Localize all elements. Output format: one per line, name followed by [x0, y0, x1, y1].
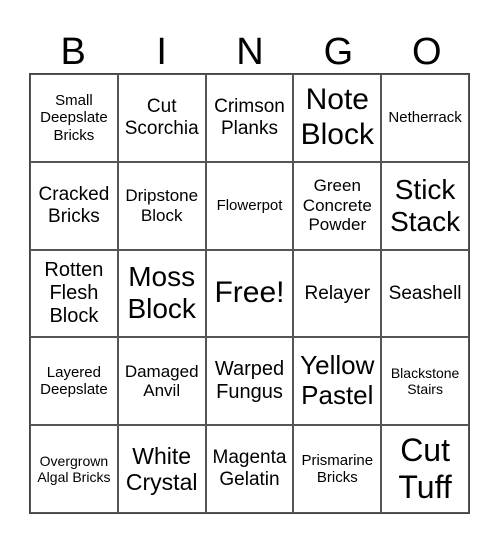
bingo-cell[interactable]: Stick Stack — [381, 161, 469, 250]
header-letter-o: O — [412, 31, 442, 73]
bingo-cell[interactable]: Cracked Bricks — [30, 161, 118, 250]
bingo-cell[interactable]: Cut Scorchia — [117, 74, 206, 162]
header-letter-g: G — [323, 31, 354, 73]
bingo-cell[interactable]: Prismarine Bricks — [293, 425, 382, 513]
header-letter-n: N — [236, 31, 264, 73]
bingo-cell[interactable]: Green Concrete Powder — [293, 161, 382, 250]
bingo-cell[interactable]: Magenta Gelatin — [205, 425, 294, 513]
bingo-cell[interactable]: Small Deepslate Bricks — [30, 74, 118, 162]
bingo-cell[interactable]: Layered Deepslate — [30, 337, 118, 426]
bingo-cell[interactable]: Cut Tuff — [381, 425, 469, 513]
bingo-cell[interactable]: Relayer — [293, 249, 382, 338]
bingo-cell[interactable]: Note Block — [293, 74, 382, 162]
free-space-cell[interactable]: Free! — [205, 249, 294, 338]
header-letter-b: B — [60, 31, 86, 73]
header-letter-i: I — [156, 31, 167, 73]
bingo-grid: Small Deepslate Bricks Cut Scorchia Crim… — [29, 73, 470, 514]
bingo-cell[interactable]: Warped Fungus — [205, 337, 294, 426]
bingo-cell[interactable]: Blackstone Stairs — [381, 337, 469, 426]
bingo-cell[interactable]: Damaged Anvil — [117, 337, 206, 426]
bingo-cell[interactable]: Seashell — [381, 249, 469, 338]
bingo-cell[interactable]: Moss Block — [117, 249, 206, 338]
bingo-cell[interactable]: Flowerpot — [205, 161, 294, 250]
bingo-cell[interactable]: Yellow Pastel — [293, 337, 382, 426]
bingo-cell[interactable]: Rotten Flesh Block — [30, 249, 118, 338]
bingo-cell[interactable]: Dripstone Block — [117, 161, 206, 250]
bingo-cell[interactable]: Overgrown Algal Bricks — [30, 425, 118, 513]
bingo-cell[interactable]: White Crystal — [117, 425, 206, 513]
bingo-cell[interactable]: Crimson Planks — [205, 74, 294, 162]
bingo-cell[interactable]: Netherrack — [381, 74, 469, 162]
bingo-header: B I N G O — [29, 30, 471, 74]
